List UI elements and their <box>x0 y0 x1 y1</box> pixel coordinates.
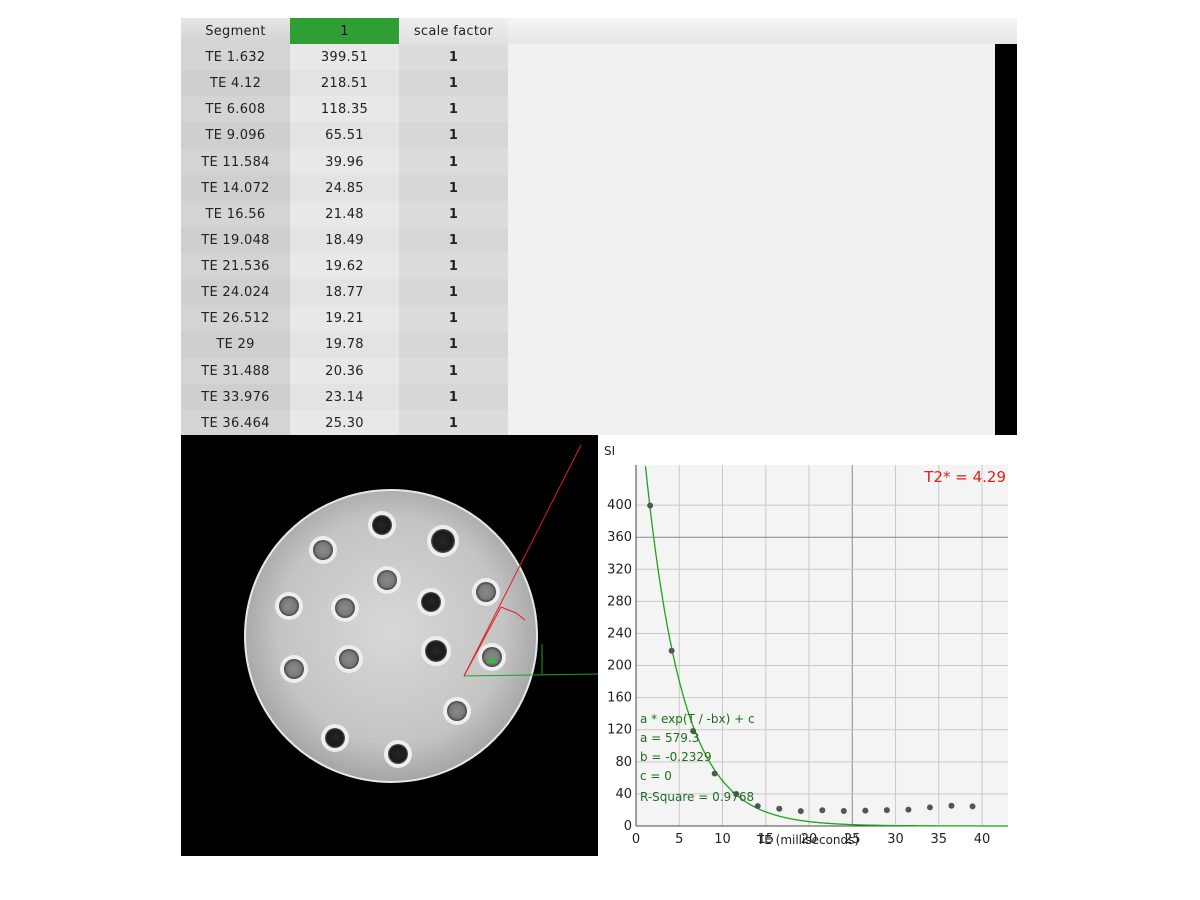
data-point <box>776 805 783 812</box>
fit-param-c: c = 0 <box>640 769 672 783</box>
data-point <box>883 807 890 814</box>
table-header-filler <box>508 18 1017 44</box>
t2star-fit-chart: 0 5 10 15 20 25 30 35 40 0 40 80 120 160 200 240 280 320 3… <box>598 435 1017 856</box>
y-tick-label: 320 <box>607 562 632 577</box>
row-label[interactable]: TE 16.56 <box>181 200 290 228</box>
row-value[interactable]: 399.51 <box>290 44 399 71</box>
data-point <box>797 808 804 815</box>
row-value[interactable]: 25.30 <box>290 409 399 437</box>
row-value[interactable]: 118.35 <box>290 96 399 124</box>
y-tick-label: 0 <box>624 819 632 834</box>
data-point <box>711 770 718 777</box>
row-label[interactable]: TE 26.512 <box>181 305 290 333</box>
data-point <box>668 647 675 654</box>
data-point <box>754 803 761 810</box>
fit-param-b: b = -0.2329 <box>640 750 712 764</box>
row-label[interactable]: TE 29 <box>181 331 290 359</box>
row-scale-factor[interactable]: 1 <box>399 148 508 176</box>
row-scale-factor[interactable]: 1 <box>399 331 508 359</box>
chart-svg: 0 5 10 15 20 25 30 35 40040801201602002402803203… <box>604 444 1008 847</box>
row-scale-factor[interactable]: 1 <box>399 70 508 98</box>
header-segment-1[interactable]: 1 <box>290 18 399 44</box>
x-tick-label: 10 <box>714 832 731 847</box>
row-scale-factor[interactable]: 1 <box>399 409 508 437</box>
row-label[interactable]: TE 33.976 <box>181 383 290 411</box>
row-scale-factor[interactable]: 1 <box>399 279 508 307</box>
y-tick-label: 120 <box>607 723 632 738</box>
x-tick-label: 30 <box>887 832 904 847</box>
fit-r-square: R-Square = 0.9768 <box>640 790 754 804</box>
row-value[interactable]: 65.51 <box>290 122 399 150</box>
row-scale-factor[interactable]: 1 <box>399 253 508 281</box>
x-tick-label: 40 <box>974 832 991 847</box>
data-point <box>840 807 847 814</box>
mri-image[interactable] <box>181 435 598 856</box>
row-scale-factor[interactable]: 1 <box>399 96 508 124</box>
y-tick-label: 200 <box>607 659 632 674</box>
row-scale-factor[interactable]: 1 <box>399 305 508 333</box>
row-value[interactable]: 24.85 <box>290 174 399 202</box>
row-label[interactable]: TE 11.584 <box>181 148 290 176</box>
row-value[interactable]: 18.49 <box>290 226 399 254</box>
data-point <box>647 502 654 509</box>
y-tick-label: 400 <box>607 498 632 513</box>
fit-param-a: a = 579.3 <box>640 731 699 745</box>
row-value[interactable]: 218.51 <box>290 70 399 98</box>
y-tick-label: 40 <box>615 787 632 802</box>
row-value[interactable]: 23.14 <box>290 383 399 411</box>
row-value[interactable]: 18.77 <box>290 279 399 307</box>
header-segment[interactable]: Segment <box>181 18 290 44</box>
row-scale-factor[interactable]: 1 <box>399 174 508 202</box>
row-scale-factor[interactable]: 1 <box>399 200 508 228</box>
fit-equation: a * exp(T / -bx) + c <box>640 712 755 726</box>
row-scale-factor[interactable]: 1 <box>399 226 508 254</box>
data-point <box>969 803 976 810</box>
y-tick-label: 240 <box>607 626 632 641</box>
x-tick-label: 5 <box>675 832 683 847</box>
row-label[interactable]: TE 24.024 <box>181 279 290 307</box>
row-label[interactable]: TE 9.096 <box>181 122 290 150</box>
row-label[interactable]: TE 4.12 <box>181 70 290 98</box>
data-point <box>819 807 826 814</box>
row-scale-factor[interactable]: 1 <box>399 383 508 411</box>
te-signal-table: Segment 1 scale factor TE 1.632 399.51 1 TE… <box>181 18 1017 437</box>
y-axis-label: SI <box>604 444 615 458</box>
t2star-analysis-window: Segment 1 scale factor TE 1.632 399.51 1 TE… <box>181 18 1017 856</box>
row-value[interactable]: 21.48 <box>290 200 399 228</box>
row-value[interactable]: 20.36 <box>290 357 399 385</box>
row-label[interactable]: TE 31.488 <box>181 357 290 385</box>
header-scale-factor[interactable]: scale factor <box>399 18 508 44</box>
x-axis-label: TE (milliseconds) <box>756 833 859 847</box>
x-tick-label: 35 <box>931 832 948 847</box>
y-tick-label: 80 <box>615 755 632 770</box>
row-value[interactable]: 19.21 <box>290 305 399 333</box>
row-label[interactable]: TE 14.072 <box>181 174 290 202</box>
t2star-value: T2* = 4.29 <box>923 468 1006 486</box>
row-scale-factor[interactable]: 1 <box>399 44 508 71</box>
row-value[interactable]: 19.78 <box>290 331 399 359</box>
row-label[interactable]: TE 21.536 <box>181 253 290 281</box>
row-label[interactable]: TE 19.048 <box>181 226 290 254</box>
y-tick-label: 280 <box>607 594 632 609</box>
data-point <box>926 804 933 811</box>
data-point <box>862 807 869 814</box>
table-empty-area <box>508 44 995 435</box>
row-label[interactable]: TE 36.464 <box>181 409 290 437</box>
row-scale-factor[interactable]: 1 <box>399 357 508 385</box>
data-point <box>905 806 912 813</box>
y-tick-label: 160 <box>607 691 632 706</box>
row-value[interactable]: 39.96 <box>290 148 399 176</box>
row-label[interactable]: TE 6.608 <box>181 96 290 124</box>
mri-image-viewer[interactable] <box>181 435 598 856</box>
plot-area <box>636 465 1008 826</box>
row-scale-factor[interactable]: 1 <box>399 122 508 150</box>
data-point <box>948 802 955 809</box>
y-tick-label: 360 <box>607 530 632 545</box>
row-value[interactable]: 19.62 <box>290 253 399 281</box>
x-tick-label: 0 <box>632 832 640 847</box>
row-label[interactable]: TE 1.632 <box>181 44 290 71</box>
